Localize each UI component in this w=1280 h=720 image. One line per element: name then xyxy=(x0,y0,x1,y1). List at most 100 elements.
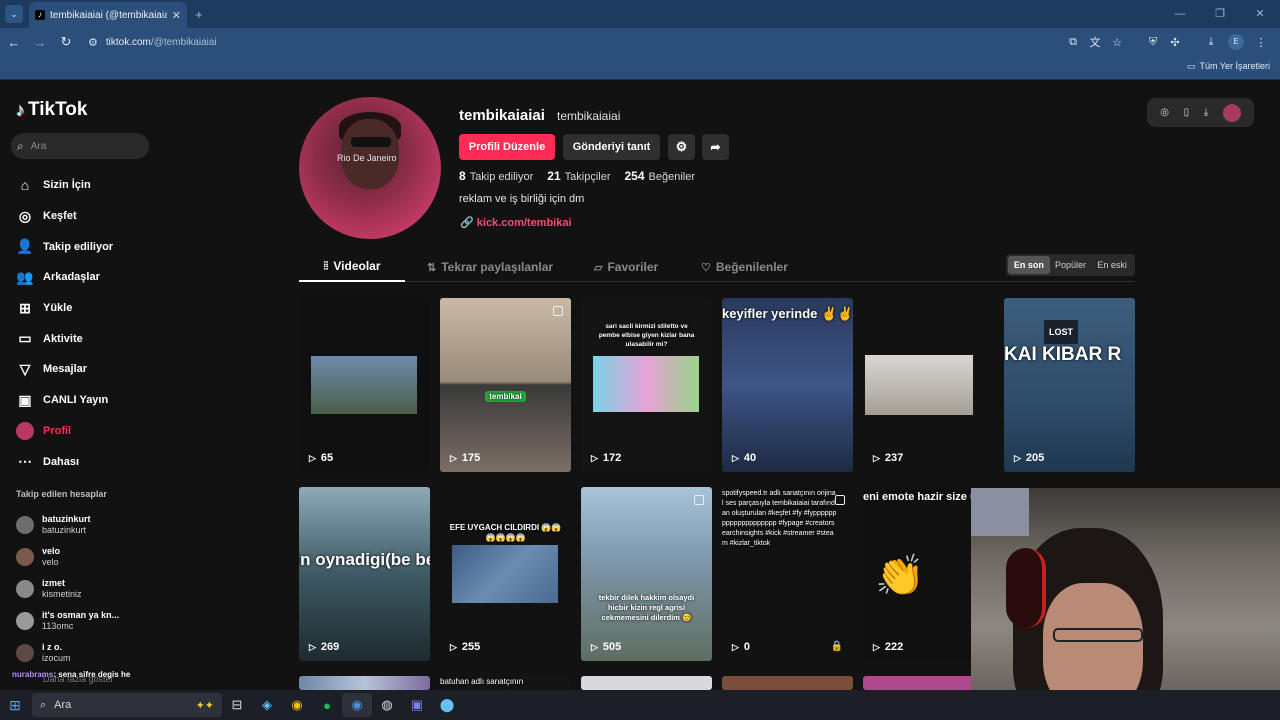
sidebar-item-friends[interactable]: 👥 Arkadaşlar xyxy=(16,262,156,293)
close-tab-icon[interactable]: ✕ xyxy=(172,9,181,22)
more-dots-icon: ⋯ xyxy=(18,453,32,470)
video-caption: EFE UYGACH CILDIRDI 😱😱 😱😱😱😱 xyxy=(449,523,562,542)
sort-popular[interactable]: Popüler xyxy=(1050,256,1092,274)
browser-tab-bar: ⌄ ♪ tembikaiaiai (@tembikaiaiai) | T ✕ +… xyxy=(0,0,1280,28)
tab-videos[interactable]: ⦙⦙ Videolar xyxy=(299,252,405,282)
chrome-icon[interactable]: ◉ xyxy=(282,693,312,717)
avatar xyxy=(16,516,34,534)
tab-favorites[interactable]: ▱ Favoriler xyxy=(594,252,658,282)
video-card[interactable]: tembikai ▷ 175 xyxy=(440,298,571,472)
video-card[interactable]: batuhan adlı sanatçının xyxy=(440,676,571,690)
close-window-icon[interactable]: ✕ xyxy=(1240,0,1280,28)
reload-icon[interactable]: ↻ xyxy=(54,34,78,50)
promote-post-button[interactable]: Gönderiyi tanıt xyxy=(563,134,660,160)
account-avatar[interactable] xyxy=(1222,103,1241,122)
sidebar-item-following[interactable]: 👤 Takip ediliyor xyxy=(16,231,156,262)
sidebar-item-profile[interactable]: Profil xyxy=(16,416,156,447)
search-input[interactable]: ⌕ Ara xyxy=(11,133,149,159)
video-card[interactable]: LOST KAI KIBAR R ▷ 205 xyxy=(1004,298,1135,472)
sidebar-item-messages[interactable]: ▽ Mesajlar xyxy=(16,354,156,385)
browser-tab[interactable]: ♪ tembikaiaiai (@tembikaiaiai) | T ✕ xyxy=(29,2,187,28)
following-account[interactable]: i z o. izocum xyxy=(16,637,156,669)
following-account[interactable]: velo velo xyxy=(16,541,156,573)
sidebar: ♪ TikTok ⌕ Ara ⌂ Sizin İçin ◎ Keşfet 👤 Taki… xyxy=(0,80,165,690)
video-card[interactable]: keyifler yerinde ✌️✌️ ▷ 40 xyxy=(722,298,853,472)
video-card[interactable]: EFE UYGACH CILDIRDI 😱😱 😱😱😱😱 ▷ 255 xyxy=(440,487,571,661)
headset-icon xyxy=(1006,548,1046,628)
teams-icon[interactable]: ▣ xyxy=(402,693,432,717)
profile-photo[interactable]: Rio De Janeiro xyxy=(299,97,441,239)
play-icon: ▷ xyxy=(591,452,598,463)
translate-icon[interactable]: 文 xyxy=(1084,34,1106,50)
stat-followers[interactable]: 21 Takipçiler xyxy=(547,169,610,183)
sidebar-item-for-you[interactable]: ⌂ Sizin İçin xyxy=(16,170,156,201)
profile-link[interactable]: 🔗 kick.com/tembikai xyxy=(460,216,572,229)
avatar xyxy=(16,644,34,662)
browser-profile-avatar[interactable]: E xyxy=(1228,34,1244,50)
tab-label: Videolar xyxy=(333,259,381,273)
copilot-icon[interactable]: ◈ xyxy=(252,693,282,717)
coins-icon[interactable]: ◎ xyxy=(1160,107,1169,118)
obs-icon[interactable]: ◍ xyxy=(372,693,402,717)
following-account[interactable]: batuzinkurt batuzinkurt xyxy=(16,509,156,541)
minimize-icon[interactable]: — xyxy=(1160,0,1200,28)
stat-following[interactable]: 8 Takip ediliyor xyxy=(459,169,533,183)
device-icon[interactable]: ▯ xyxy=(1184,107,1190,118)
all-bookmarks[interactable]: ▭ Tüm Yer İşaretleri xyxy=(1187,61,1270,72)
steam-icon[interactable]: ⬤ xyxy=(432,693,462,717)
profile-avatar xyxy=(16,421,34,440)
view-count-value: 237 xyxy=(884,452,904,464)
video-card[interactable] xyxy=(581,676,712,690)
sidebar-item-more[interactable]: ⋯ Dahası xyxy=(16,446,156,477)
video-card[interactable]: ▷ 237 xyxy=(863,298,994,472)
sidebar-item-live[interactable]: ▣ CANLI Yayın xyxy=(16,385,156,416)
following-account[interactable]: izmet kismetiniz xyxy=(16,573,156,605)
sidebar-item-explore[interactable]: ◎ Keşfet xyxy=(16,201,156,232)
download-app-icon[interactable]: ⤓ xyxy=(1204,107,1208,118)
url-field[interactable]: ⚙ tiktok.com/@tembikaiaiai xyxy=(88,36,1062,49)
sort-latest[interactable]: En son xyxy=(1008,256,1050,274)
sort-oldest[interactable]: En eski xyxy=(1091,256,1133,274)
maximize-icon[interactable]: ❐ xyxy=(1200,0,1240,28)
sidebar-item-upload[interactable]: ⊞ Yükle xyxy=(16,293,156,324)
webcam-overlay xyxy=(971,488,1280,720)
install-app-icon[interactable]: ⧉ xyxy=(1062,36,1084,49)
taskbar-search[interactable]: ⌕ Ara ✦✦ xyxy=(32,693,222,717)
browser-menu-icon[interactable]: ⋮ xyxy=(1250,36,1272,49)
avatar xyxy=(16,580,34,598)
tab-liked[interactable]: ♡ Beğenilenler xyxy=(701,252,788,282)
tab-list-icon[interactable]: ⌄ xyxy=(5,5,23,23)
site-info-icon[interactable]: ⚙ xyxy=(88,36,98,49)
task-view-icon[interactable]: ⊟ xyxy=(222,693,252,717)
edit-profile-button[interactable]: Profili Düzenle xyxy=(459,134,555,160)
back-icon[interactable]: ← xyxy=(2,35,26,50)
tiktok-logo[interactable]: ♪ TikTok xyxy=(16,99,87,121)
tab-reposts[interactable]: ⇅ Tekrar paylaşılanlar xyxy=(427,252,553,282)
share-icon[interactable]: ➦ xyxy=(702,134,729,160)
bookmark-star-icon[interactable]: ☆ xyxy=(1106,36,1128,49)
video-card[interactable]: sari sacli kirmizi stiletto ve pembe elb… xyxy=(581,298,712,472)
video-card[interactable]: ▷ 65 xyxy=(299,298,430,472)
video-card[interactable]: tekbir dilek hakkim olsaydi hicbir kizin… xyxy=(581,487,712,661)
shield-icon[interactable]: ⛨ xyxy=(1142,36,1164,49)
new-tab-icon[interactable]: + xyxy=(195,7,203,22)
sidebar-item-activity[interactable]: ▭ Aktivite xyxy=(16,323,156,354)
play-icon: ▷ xyxy=(309,452,316,463)
video-card[interactable] xyxy=(299,676,430,690)
video-card[interactable]: spotifyspeed.tr adlı sanatçının orijinal… xyxy=(722,487,853,661)
download-icon[interactable]: ⤓ xyxy=(1200,36,1222,49)
view-count-value: 175 xyxy=(461,452,481,464)
video-card[interactable]: nin oynadigi(be ber) demo deniy gelin ki… xyxy=(299,487,430,661)
stat-likes: 254 Beğeniler xyxy=(625,169,696,183)
chrome-active-icon[interactable]: ◉ xyxy=(342,693,372,717)
settings-gear-icon[interactable]: ⚙ xyxy=(668,134,695,160)
windows-start-icon[interactable]: ⊞ xyxy=(0,697,30,714)
following-account[interactable]: it's osman ya kn... 113omc xyxy=(16,605,156,637)
extensions-icon[interactable]: ✣ xyxy=(1164,36,1186,49)
video-card[interactable] xyxy=(722,676,853,690)
view-count: ▷ 222 xyxy=(873,641,903,653)
forward-icon[interactable]: → xyxy=(28,35,52,50)
spotify-icon[interactable]: ● xyxy=(312,693,342,717)
view-count: ▷ 40 xyxy=(732,452,756,464)
view-count: ▷ 205 xyxy=(1014,452,1044,464)
